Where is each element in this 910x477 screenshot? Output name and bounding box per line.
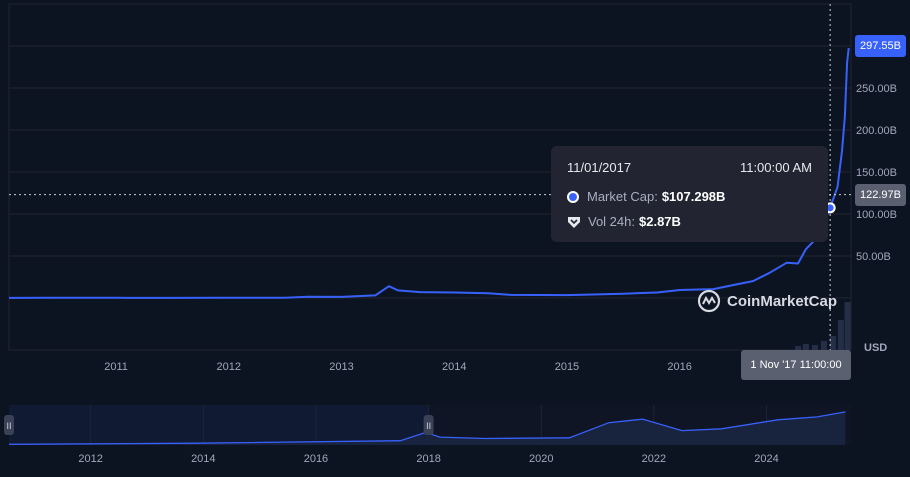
navigator-right-handle-label: II — [426, 421, 431, 431]
y-tick-label: 150.00B — [856, 167, 897, 179]
volume-bar — [820, 341, 827, 350]
y-tick-label: 50.00B — [856, 251, 891, 263]
tooltip-vol-value: $2.87B — [639, 214, 681, 229]
navigator-tick-label: 2016 — [304, 453, 328, 465]
x-tick-label: 2013 — [329, 361, 353, 373]
watermark-text: CoinMarketCap — [727, 292, 838, 310]
market-cap-dot-icon — [567, 190, 579, 203]
coinmarketcap-watermark: CoinMarketCap — [697, 289, 837, 313]
volume-bar — [837, 320, 844, 350]
coinmarketcap-logo-icon — [697, 289, 721, 313]
navigator-selection[interactable] — [9, 405, 429, 445]
tooltip-market-cap-value: $107.298B — [661, 189, 726, 204]
navigator-tick-label: 2012 — [78, 453, 102, 465]
y-tick-label: 100.00B — [856, 209, 897, 221]
volume-shield-icon — [568, 216, 580, 228]
cursor-value-tag: 122.97B — [855, 184, 906, 206]
y-tick-label: 250.00B — [856, 83, 897, 95]
tooltip-date: 11/01/2017 — [567, 160, 632, 175]
navigator-left-handle-label: II — [6, 421, 11, 431]
volume-bar — [829, 336, 836, 350]
navigator-tick-label: 2018 — [416, 453, 440, 465]
y-axis-unit: USD — [864, 342, 888, 354]
x-tick-label: 2015 — [555, 361, 579, 373]
chart-tooltip: 11/01/2017 11:00:00 AM Market Cap: $107.… — [551, 146, 828, 242]
current-value-tag: 297.55B — [855, 35, 906, 57]
x-tick-label: 2011 — [104, 361, 128, 373]
tooltip-vol-label: Vol 24h: — [588, 214, 635, 229]
y-tick-label: 200.00B — [856, 125, 897, 137]
navigator-tick-label: 2020 — [529, 453, 553, 465]
tooltip-market-cap-label: Market Cap: — [587, 189, 658, 204]
navigator-tick-label: 2022 — [642, 453, 666, 465]
x-tick-label: 2016 — [667, 361, 691, 373]
x-tick-label: 2014 — [442, 361, 466, 373]
tooltip-time: 11:00:00 AM — [739, 160, 812, 175]
volume-bar — [844, 302, 851, 350]
navigator-tick-label: 2014 — [191, 453, 215, 465]
market-cap-chart[interactable]: 201120122013201420152016201750.00B100.00… — [0, 0, 910, 472]
navigator-tick-label: 2024 — [754, 453, 778, 465]
x-tick-label: 2012 — [217, 361, 241, 373]
cursor-time-tag: 1 Nov '17 11:00:00 — [741, 350, 851, 380]
